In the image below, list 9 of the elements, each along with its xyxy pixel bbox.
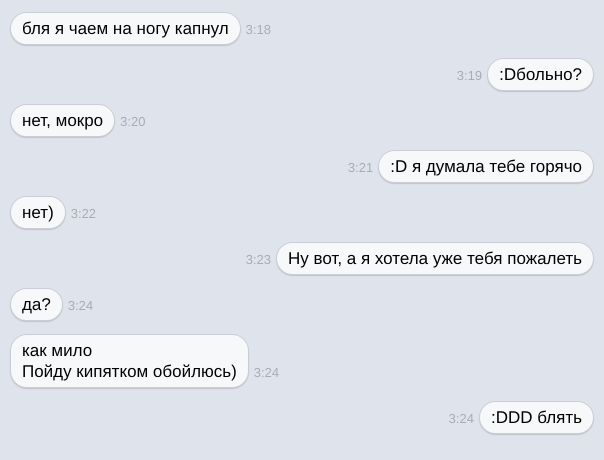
message-bubble: :D я думала тебе горячо xyxy=(378,150,594,183)
message-bubble: нет) xyxy=(10,196,66,229)
message-bubble: Ну вот, а я хотела уже тебя пожалеть xyxy=(276,242,594,275)
message-bubble: :DDD блять xyxy=(478,401,594,434)
message-bubble: бля я чаем на ногу капнул xyxy=(10,12,241,45)
message-bubble: да? xyxy=(10,288,63,321)
message-bubble: как мило Пойду кипятком обойлюсь) xyxy=(10,334,249,388)
message-bubble: :Dбольно? xyxy=(487,58,594,91)
message-bubble: нет, мокро xyxy=(10,104,116,137)
